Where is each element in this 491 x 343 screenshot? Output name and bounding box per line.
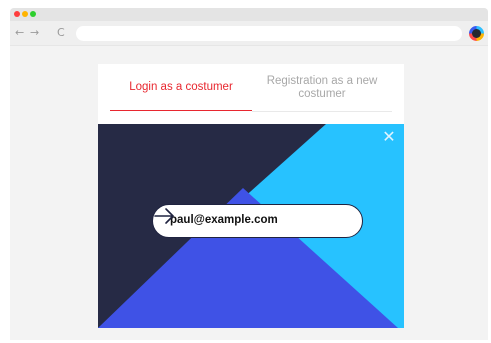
hero-panel: ✕ paul@example.com	[98, 124, 404, 328]
auth-tabs: Login as a costumer Registration as a ne…	[98, 64, 404, 124]
tab-login[interactable]: Login as a costumer	[110, 64, 252, 111]
extension-icon[interactable]	[469, 26, 484, 41]
email-field[interactable]: paul@example.com	[152, 204, 363, 238]
maximize-window-dot[interactable]	[30, 11, 36, 17]
close-icon[interactable]: ✕	[382, 129, 396, 145]
tab-registration[interactable]: Registration as a new costumer	[252, 64, 392, 112]
title-bar	[10, 8, 488, 21]
login-card: Login as a costumer Registration as a ne…	[98, 64, 404, 328]
arrow-right-icon[interactable]	[153, 205, 175, 227]
browser-toolbar: ← → C	[10, 21, 488, 46]
close-window-dot[interactable]	[14, 11, 20, 17]
arrow-right-icon[interactable]: →	[30, 25, 39, 41]
email-value: paul@example.com	[170, 214, 278, 226]
arrow-left-icon[interactable]: ←	[15, 25, 24, 41]
address-bar[interactable]	[76, 26, 462, 41]
reload-icon[interactable]: C	[57, 25, 65, 41]
minimize-window-dot[interactable]	[22, 11, 28, 17]
